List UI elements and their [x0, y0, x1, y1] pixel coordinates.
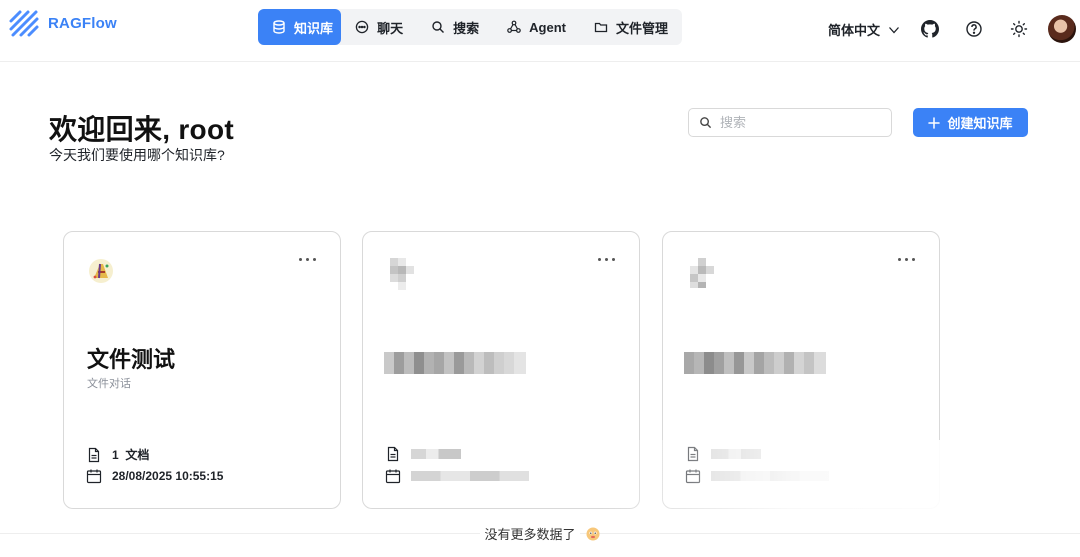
- card-more-button[interactable]: [299, 258, 316, 261]
- calendar-icon: [86, 469, 102, 484]
- github-icon: [921, 20, 939, 38]
- knowledge-base-card[interactable]: [662, 231, 940, 509]
- search-field[interactable]: [688, 108, 892, 137]
- github-button[interactable]: [919, 18, 941, 40]
- card-more-button[interactable]: [898, 258, 915, 261]
- nav-tab-label: 搜索: [453, 20, 480, 36]
- redacted-title-icon: [684, 352, 826, 374]
- document-icon: [687, 446, 699, 462]
- page-title: 欢迎回来, root: [49, 114, 234, 145]
- no-more-data: 没有更多数据了: [0, 524, 1080, 543]
- nav-tab-label: 知识库: [294, 20, 334, 36]
- card-updated-time: [685, 468, 829, 484]
- theme-toggle-button[interactable]: [1008, 18, 1030, 40]
- redacted-doc-count: [411, 449, 461, 459]
- nav-tab-label: 聊天: [377, 20, 404, 36]
- folder-icon: [594, 22, 608, 33]
- nav-tab-search[interactable]: 搜索: [417, 9, 493, 45]
- nav-tab-knowledge-base[interactable]: 知识库: [258, 9, 342, 45]
- knowledge-base-card[interactable]: [362, 231, 640, 509]
- redacted-timestamp: [711, 471, 829, 481]
- search-input[interactable]: [718, 114, 878, 131]
- question-circle-icon: [966, 21, 982, 37]
- search-icon: [432, 21, 445, 33]
- card-more-button[interactable]: [598, 258, 615, 261]
- sun-icon: [1010, 20, 1028, 38]
- top-header: RAGFlow 知识库 聊天 搜索 Agent 文件管理 简体中文: [0, 0, 1080, 62]
- language-label: 简体中文: [828, 23, 881, 38]
- card-doc-count: 1 文档: [86, 446, 149, 463]
- document-icon: [387, 446, 399, 462]
- card-description: 文件对话: [87, 378, 131, 390]
- card-title: 文件测试: [87, 347, 176, 372]
- user-avatar[interactable]: [1048, 15, 1076, 43]
- card-doc-count: [685, 446, 761, 462]
- database-icon: [273, 20, 285, 34]
- redacted-timestamp: [411, 471, 529, 481]
- document-icon: [88, 447, 100, 462]
- page-subtitle: 今天我们要使用哪个知识库?: [49, 147, 225, 163]
- card-updated-time: 28/08/2025 10:55:15: [86, 468, 223, 484]
- language-selector[interactable]: 简体中文: [828, 20, 900, 39]
- nav-tab-agent[interactable]: Agent: [493, 9, 580, 45]
- card-updated-time: [385, 468, 529, 484]
- nav-tab-label: Agent: [529, 19, 566, 35]
- no-more-label: 没有更多数据了: [480, 524, 580, 543]
- updated-timestamp: 28/08/2025 10:55:15: [112, 469, 224, 483]
- chat-icon: [355, 20, 369, 34]
- plus-icon: [928, 116, 941, 129]
- redacted-avatar-icon: [690, 258, 714, 288]
- create-knowledge-base-button[interactable]: 创建知识库: [913, 108, 1028, 137]
- search-icon: [700, 117, 712, 129]
- main-nav: 知识库 聊天 搜索 Agent 文件管理: [258, 9, 682, 45]
- calendar-icon: [385, 469, 401, 484]
- agent-icon: [507, 20, 521, 33]
- nav-tab-chat[interactable]: 聊天: [341, 9, 417, 45]
- chevron-down-icon: [889, 26, 899, 33]
- redacted-avatar-icon: [390, 258, 414, 290]
- redacted-title-icon: [384, 352, 526, 374]
- nav-tab-file-management[interactable]: 文件管理: [580, 9, 682, 45]
- calendar-icon: [685, 469, 701, 484]
- ragflow-logo-icon[interactable]: [8, 9, 40, 39]
- doc-unit: 文档: [125, 448, 150, 462]
- redacted-doc-count: [711, 449, 761, 459]
- knowledge-base-card[interactable]: 文件测试 文件对话 1 文档 28/08/2025 10:55:15: [63, 231, 341, 509]
- doc-count: 1: [112, 448, 119, 462]
- brand-name[interactable]: RAGFlow: [48, 15, 117, 32]
- help-button[interactable]: [963, 18, 985, 40]
- smile-emoji-icon: [586, 527, 599, 540]
- nav-tab-label: 文件管理: [615, 20, 668, 36]
- card-doc-count: [385, 446, 461, 462]
- knowledge-base-avatar-icon: [89, 259, 113, 283]
- create-button-label: 创建知识库: [947, 116, 1013, 131]
